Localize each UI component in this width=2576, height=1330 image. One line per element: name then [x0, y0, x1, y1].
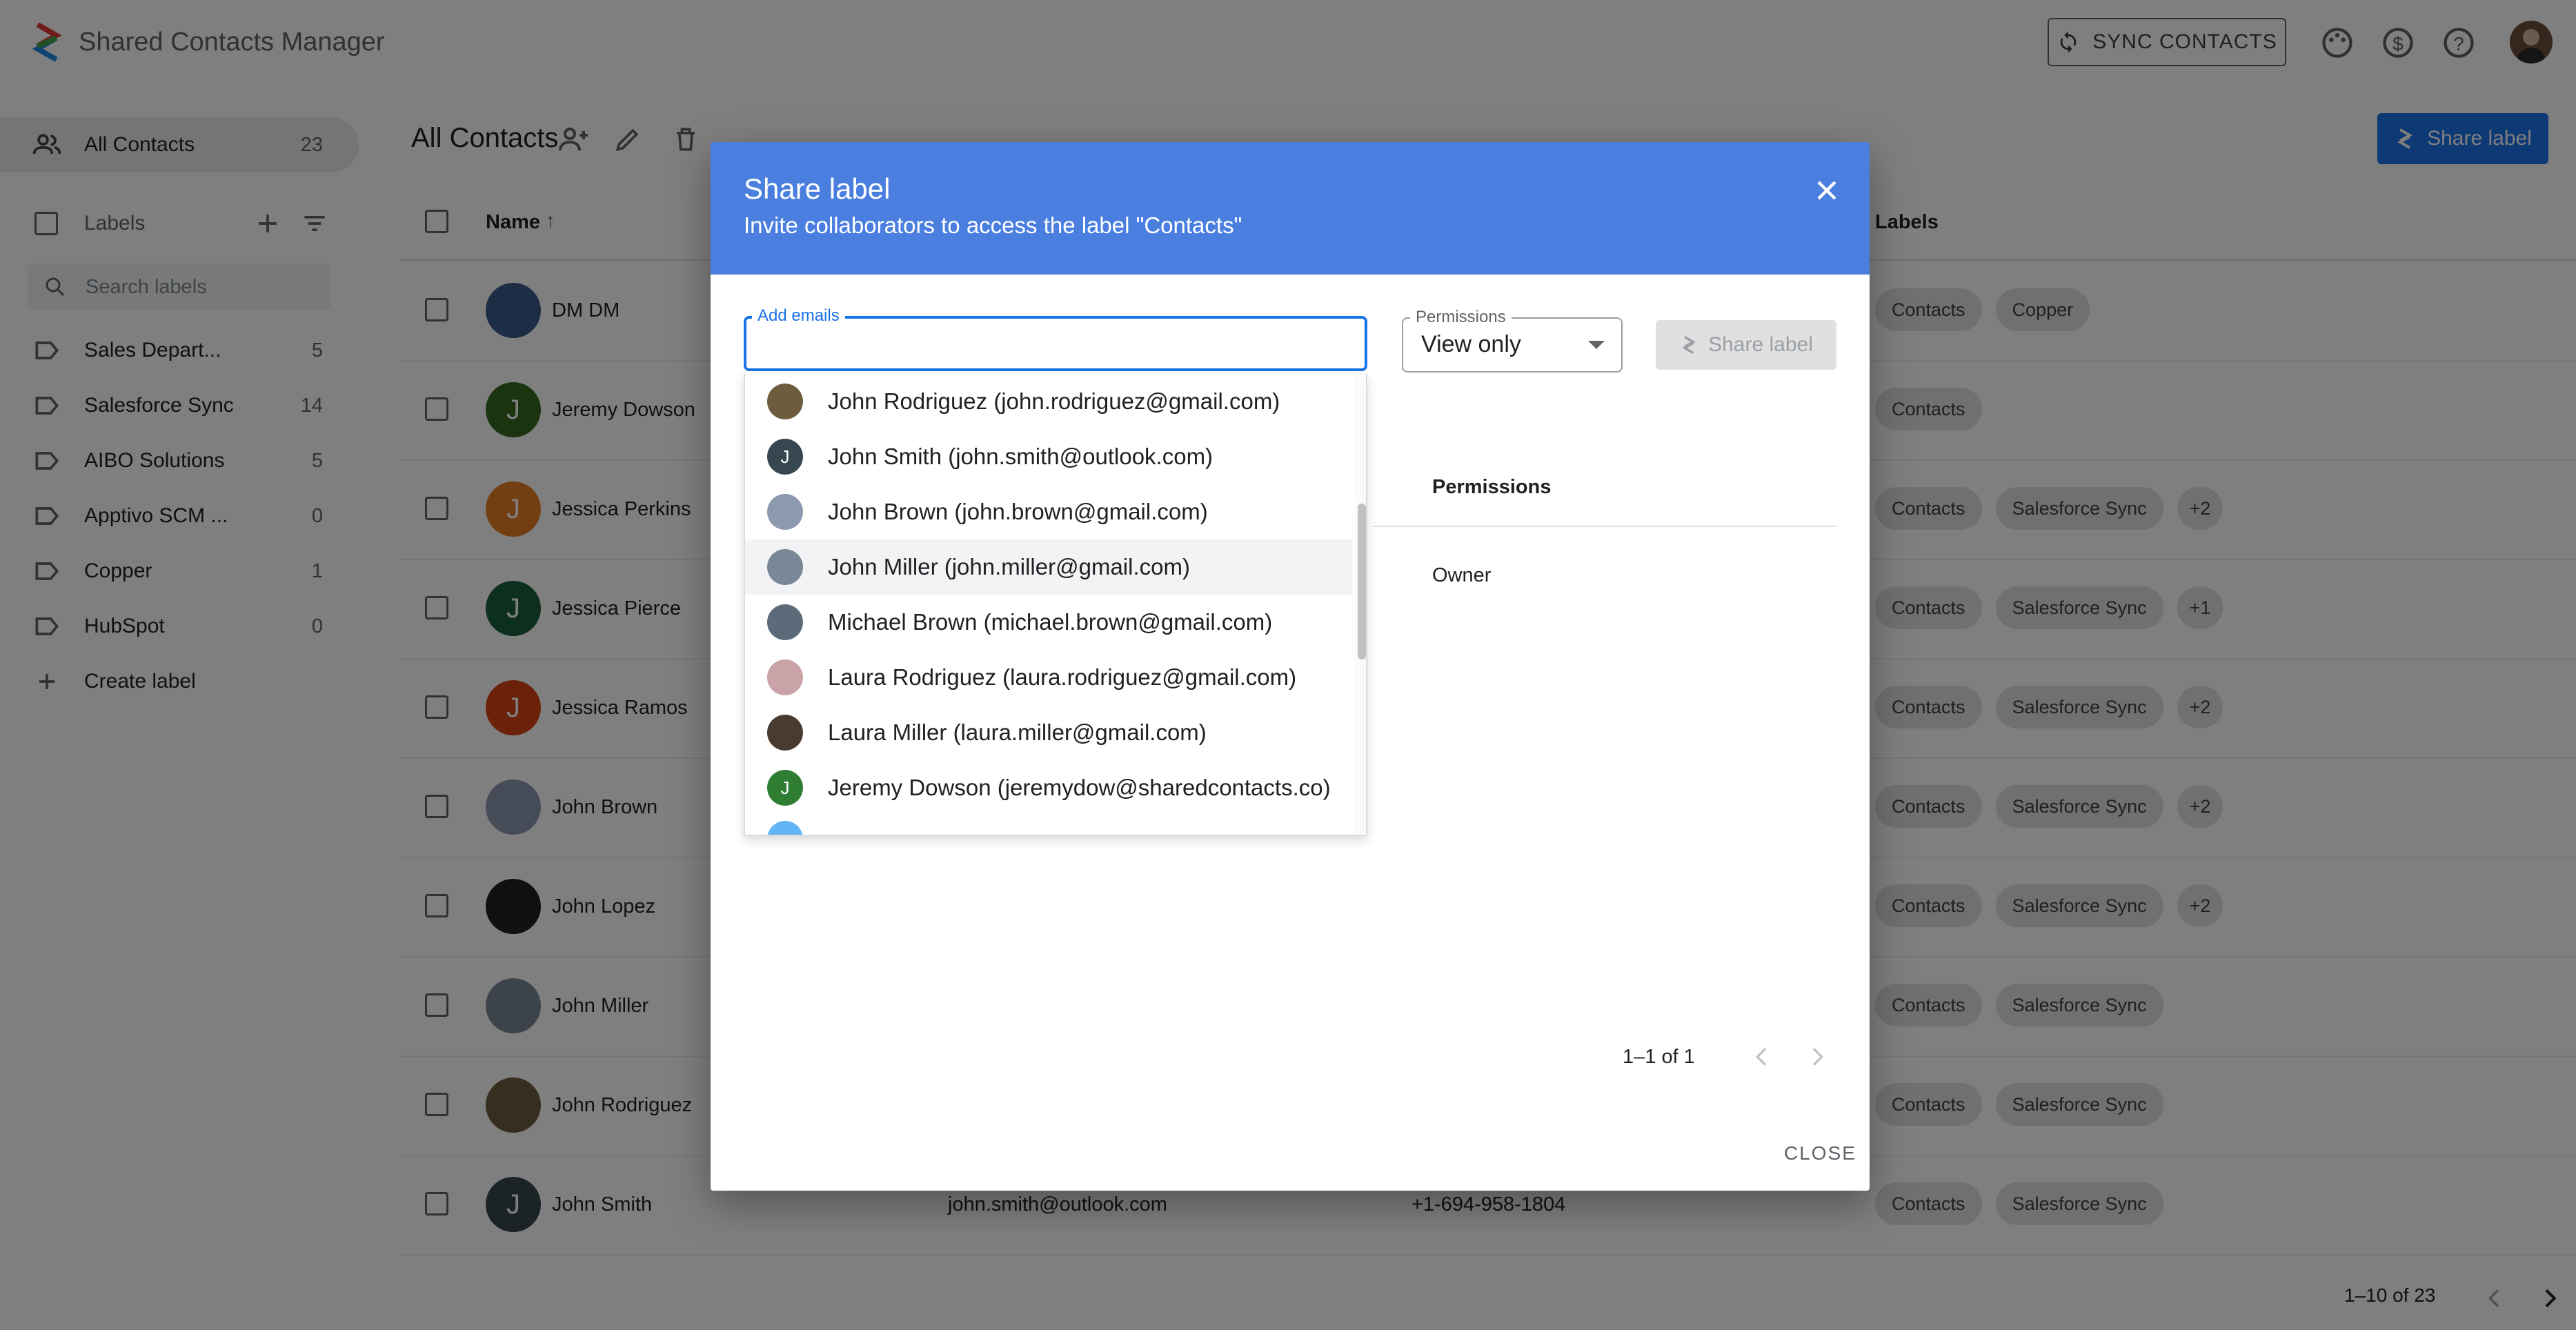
- suggestion-text: Michael Brown (michael.brown@gmail.com): [828, 609, 1273, 635]
- share-label-dialog: Share label Invite collaborators to acce…: [711, 142, 1870, 1191]
- suggestion-avatar: J: [767, 770, 803, 806]
- close-button[interactable]: CLOSE: [1784, 1142, 1856, 1164]
- suggestion-avatar: [767, 715, 803, 751]
- suggestion-avatar: [767, 659, 803, 695]
- share-logo-icon: [1682, 335, 1696, 355]
- suggestion-avatar: [767, 821, 803, 835]
- suggestion-avatar: [767, 384, 803, 419]
- email-suggestion[interactable]: Laura Miller (laura.miller@gmail.com): [745, 705, 1352, 760]
- suggestion-text: Laura Miller (laura.miller@gmail.com): [828, 719, 1207, 745]
- suggestion-avatar: J: [767, 439, 803, 475]
- email-suggestion[interactable]: John Miller (john.miller@gmail.com): [745, 539, 1352, 595]
- dialog-prev-page-icon[interactable]: [1748, 1043, 1776, 1071]
- email-suggestion[interactable]: J Jeremy Dowson (jeremydow@sharedcontacts…: [745, 760, 1352, 815]
- owner-permission: Owner: [1432, 564, 1492, 586]
- suggestion-text: John Smith (john.smith@outlook.com): [828, 444, 1213, 469]
- dialog-pager-text: 1–1 of 1: [1623, 1046, 1695, 1068]
- dialog-next-page-icon[interactable]: [1803, 1043, 1831, 1071]
- email-suggestion[interactable]: John Brown (john.brown@gmail.com): [745, 484, 1352, 539]
- suggestion-text: John Brown (john.brown@gmail.com): [828, 499, 1208, 524]
- permissions-column-header: Permissions: [1432, 476, 1552, 498]
- email-suggestions-dropdown: John Rodriguez (john.rodriguez@gmail.com…: [744, 374, 1367, 836]
- email-suggestion[interactable]: J John Smith (john.smith@outlook.com): [745, 429, 1352, 484]
- add-emails-input[interactable]: [746, 319, 1365, 368]
- suggestion-text: Jeremy Dowson (jeremydow@sharedcontacts.…: [828, 775, 1331, 800]
- dialog-header: Share label Invite collaborators to acce…: [711, 142, 1870, 275]
- table-divider: [1373, 526, 1836, 527]
- email-suggestion[interactable]: Laura Rodriguez (laura.rodriguez@gmail.c…: [745, 650, 1352, 705]
- suggestion-avatar: [767, 549, 803, 585]
- dropdown-caret-icon[interactable]: [1588, 341, 1605, 349]
- add-emails-label: Add emails: [752, 306, 845, 326]
- suggestion-text: John Miller (john.miller@gmail.com): [828, 554, 1190, 579]
- share-label-dialog-button[interactable]: Share label: [1656, 320, 1836, 370]
- dropdown-scroll-thumb[interactable]: [1358, 504, 1366, 659]
- suggestion-avatar: [767, 604, 803, 640]
- email-suggestion[interactable]: John Rodriguez (john.rodriguez@gmail.com…: [745, 374, 1352, 429]
- dialog-subtitle: Invite collaborators to access the label…: [744, 212, 1242, 238]
- suggestion-text: Laura Rodriguez (laura.rodriguez@gmail.c…: [828, 664, 1297, 690]
- email-suggestion[interactable]: Michael Brown (michael.brown@gmail.com): [745, 595, 1352, 650]
- suggestion-avatar: [767, 494, 803, 530]
- close-icon[interactable]: [1810, 174, 1843, 207]
- partial-suggestion[interactable]: [745, 821, 1352, 835]
- permissions-value[interactable]: View only: [1421, 331, 1521, 358]
- share-button-label: Share label: [1708, 333, 1813, 356]
- permissions-label: Permissions: [1410, 308, 1512, 327]
- suggestion-text: John Rodriguez (john.rodriguez@gmail.com…: [828, 388, 1280, 414]
- dialog-title: Share label: [744, 172, 891, 205]
